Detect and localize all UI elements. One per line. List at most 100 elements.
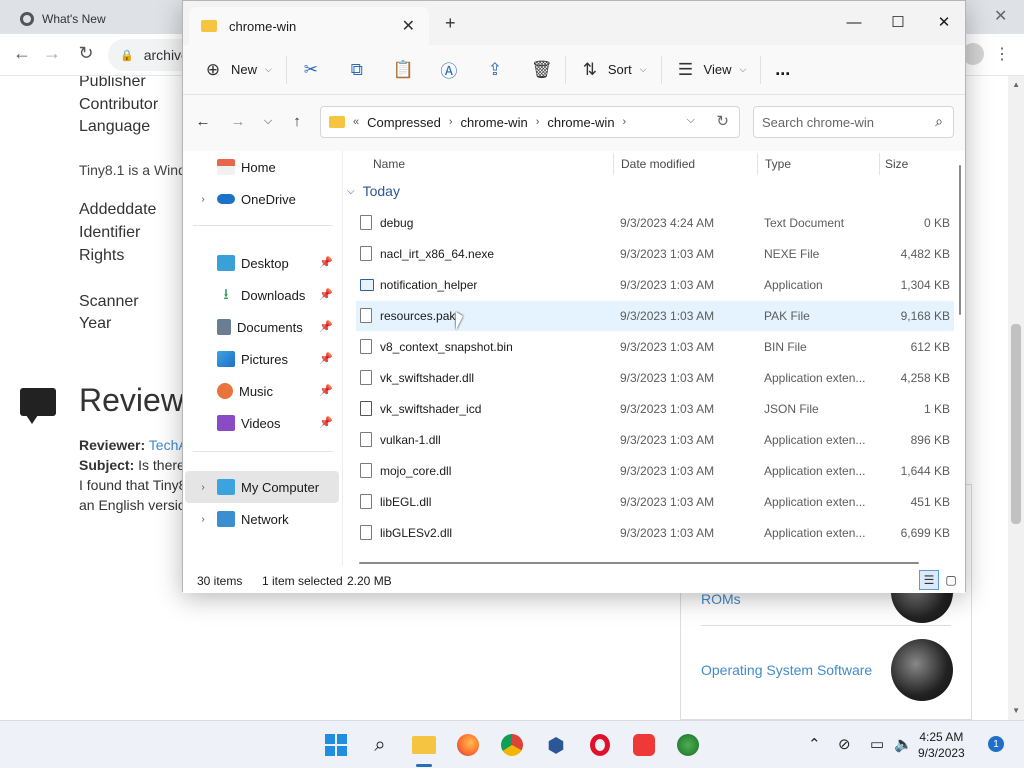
- vertical-scrollbar[interactable]: [959, 165, 961, 315]
- file-row[interactable]: nacl_irt_x86_64.nexe 9/3/2023 1:03 AM NE…: [356, 239, 954, 269]
- file-row[interactable]: vk_swiftshader_icd 9/3/2023 1:03 AM JSON…: [356, 394, 954, 424]
- column-header-type[interactable]: Type: [765, 151, 791, 177]
- divider[interactable]: [879, 153, 880, 175]
- maximize-icon[interactable]: ☐: [875, 7, 921, 37]
- scroll-up-icon[interactable]: ▲: [1012, 80, 1020, 89]
- minimize-icon[interactable]: —: [831, 7, 877, 37]
- nav-item-desktop[interactable]: Desktop 📌: [185, 247, 339, 279]
- scroll-down-icon[interactable]: ▼: [1012, 706, 1020, 715]
- close-icon[interactable]: ✕: [921, 7, 967, 37]
- nav-item-music[interactable]: Music 📌: [185, 375, 339, 407]
- expand-chevron-icon[interactable]: ›: [193, 482, 213, 493]
- address-bar[interactable]: « Compressed › chrome-win › chrome-win ›…: [320, 106, 740, 138]
- new-tab-icon[interactable]: +: [445, 13, 456, 34]
- breadcrumb-item[interactable]: Compressed: [367, 115, 441, 130]
- group-header-today[interactable]: ⌵ Today: [347, 183, 400, 199]
- breadcrumb-item[interactable]: chrome-win: [547, 115, 614, 130]
- pin-icon[interactable]: 📌: [319, 416, 333, 429]
- virtualbox-icon[interactable]: ⬢: [542, 731, 570, 759]
- more-options-button[interactable]: ...: [767, 53, 798, 87]
- chrome-icon[interactable]: [498, 731, 526, 759]
- back-icon[interactable]: ←: [191, 113, 215, 130]
- page-scrollbar[interactable]: ▲ ▼: [1008, 76, 1024, 720]
- side-link-os-software[interactable]: Operating System Software: [701, 662, 872, 678]
- chevron-right-icon[interactable]: ›: [623, 116, 627, 128]
- nav-item-videos[interactable]: Videos 📌: [185, 407, 339, 439]
- paste-button[interactable]: 📋: [385, 53, 421, 87]
- display-icon[interactable]: ▭: [870, 735, 884, 753]
- file-row[interactable]: debug 9/3/2023 4:24 AM Text Document 0 K…: [356, 208, 954, 238]
- firefox-icon[interactable]: [454, 731, 482, 759]
- file-explorer-icon[interactable]: [410, 731, 438, 759]
- expand-chevron-icon[interactable]: ›: [193, 514, 213, 525]
- tab-close-icon[interactable]: ✕: [402, 16, 415, 36]
- new-button[interactable]: ⊕ New ⌵: [195, 53, 280, 87]
- details-view-icon[interactable]: ☰: [919, 570, 939, 590]
- file-row[interactable]: v8_context_snapshot.bin 9/3/2023 1:03 AM…: [356, 332, 954, 362]
- nav-item-pictures[interactable]: Pictures 📌: [185, 343, 339, 375]
- file-row[interactable]: vk_swiftshader.dll 9/3/2023 1:03 AM Appl…: [356, 363, 954, 393]
- browser-back-icon[interactable]: ←: [10, 43, 34, 64]
- sort-button[interactable]: ⇅ Sort ⌵: [572, 53, 655, 87]
- browser-reload-icon[interactable]: ↻: [74, 43, 98, 64]
- file-row[interactable]: vulkan-1.dll 9/3/2023 1:03 AM Applicatio…: [356, 425, 954, 455]
- nav-item-downloads[interactable]: ⭳ Downloads 📌: [185, 279, 339, 311]
- pin-icon[interactable]: 📌: [319, 352, 333, 365]
- nav-item-network[interactable]: › Network: [185, 503, 339, 535]
- horizontal-scrollbar[interactable]: [359, 562, 919, 564]
- file-row[interactable]: resources.pak 9/3/2023 1:03 AM PAK File …: [356, 301, 954, 331]
- address-dropdown-icon[interactable]: ⌵: [687, 114, 695, 127]
- share-button[interactable]: ⇪: [477, 53, 513, 87]
- file-row[interactable]: libEGL.dll 9/3/2023 1:03 AM Application …: [356, 487, 954, 517]
- expand-chevron-icon[interactable]: ›: [193, 194, 213, 205]
- chevron-right-icon[interactable]: ›: [449, 116, 453, 128]
- side-link-roms[interactable]: ROMs: [701, 591, 741, 607]
- up-folder-icon[interactable]: ↑: [285, 113, 309, 130]
- show-hidden-icons-chevron-icon[interactable]: ⌃: [808, 735, 821, 753]
- copy-button[interactable]: ⧉: [339, 53, 375, 87]
- volume-icon[interactable]: 🔈: [894, 735, 913, 753]
- network-globe-icon[interactable]: [674, 731, 702, 759]
- clock[interactable]: 4:25 AM 9/3/2023: [918, 729, 965, 761]
- file-row[interactable]: notification_helper 9/3/2023 1:03 AM App…: [356, 270, 954, 300]
- column-header-date[interactable]: Date modified: [621, 151, 695, 177]
- divider[interactable]: [613, 153, 614, 175]
- vivaldi-icon[interactable]: [630, 731, 658, 759]
- file-row[interactable]: libGLESv2.dll 9/3/2023 1:03 AM Applicati…: [356, 518, 954, 548]
- pin-icon[interactable]: 📌: [319, 256, 333, 269]
- browser-tab[interactable]: What's New: [8, 4, 188, 34]
- view-button[interactable]: ☰ View ⌵: [668, 53, 755, 87]
- overflow-chevron-icon[interactable]: «: [353, 116, 359, 128]
- pin-icon[interactable]: 📌: [319, 384, 333, 397]
- column-header-name[interactable]: Name: [373, 151, 405, 177]
- delete-button[interactable]: 🗑: [523, 53, 559, 87]
- cut-button[interactable]: ✂: [293, 53, 329, 87]
- column-header-size[interactable]: Size: [885, 151, 908, 177]
- nav-item-my-computer[interactable]: › My Computer: [185, 471, 339, 503]
- tiles-view-icon[interactable]: ▢: [941, 570, 961, 590]
- chevron-right-icon[interactable]: ›: [536, 116, 540, 128]
- breadcrumb-item[interactable]: chrome-win: [461, 115, 528, 130]
- browser-address-bar[interactable]: 🔒 archive: [108, 39, 189, 71]
- file-row[interactable]: mojo_core.dll 9/3/2023 1:03 AM Applicati…: [356, 456, 954, 486]
- forward-icon[interactable]: →: [226, 113, 250, 130]
- notification-badge[interactable]: 1: [988, 736, 1004, 752]
- rename-button[interactable]: Ⓐ: [431, 53, 467, 87]
- browser-close-icon[interactable]: ✕: [994, 6, 1007, 26]
- pin-icon[interactable]: 📌: [319, 320, 333, 333]
- search-input[interactable]: Search chrome-win ⌕: [753, 106, 954, 138]
- start-windows-icon[interactable]: [322, 731, 350, 759]
- nav-item-home[interactable]: Home: [185, 151, 339, 183]
- divider[interactable]: [757, 153, 758, 175]
- page-scroll-thumb[interactable]: [1011, 324, 1021, 524]
- nav-item-documents[interactable]: Documents 📌: [185, 311, 339, 343]
- browser-forward-icon[interactable]: →: [40, 43, 64, 64]
- browser-menu-icon[interactable]: ⋮: [994, 44, 1010, 64]
- nav-item-onedrive[interactable]: › OneDrive: [185, 183, 339, 215]
- no-network-icon[interactable]: ⊘: [838, 735, 851, 753]
- explorer-tab[interactable]: chrome-win ✕: [189, 7, 429, 45]
- collection-thumbnail[interactable]: [891, 639, 953, 701]
- chevron-down-icon[interactable]: ⌵: [347, 186, 355, 197]
- refresh-icon[interactable]: ↻: [716, 112, 729, 130]
- opera-icon[interactable]: [586, 731, 614, 759]
